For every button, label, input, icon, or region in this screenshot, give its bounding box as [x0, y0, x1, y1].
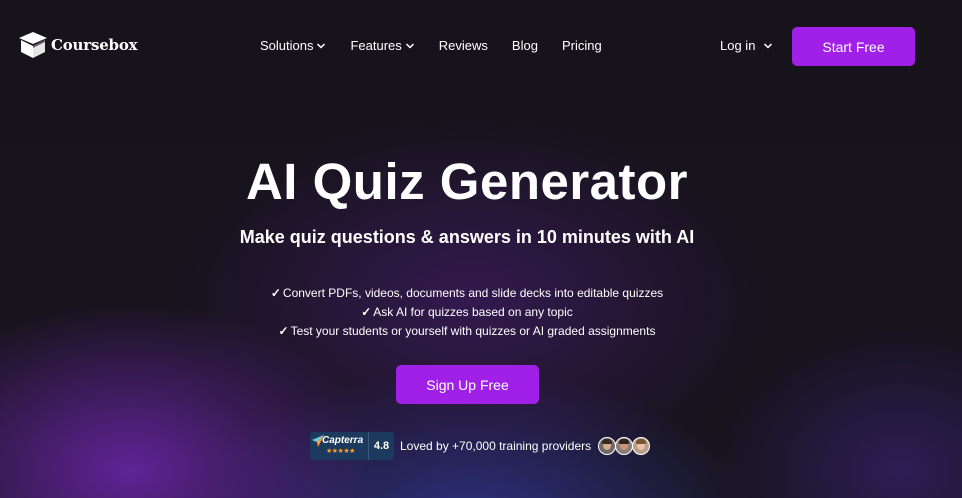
feature-text: Ask AI for quizzes based on any topic — [373, 305, 573, 319]
feature-list: ✓ Convert PDFs, videos, documents and sli… — [0, 284, 934, 341]
check-icon: ✓ — [270, 286, 281, 300]
hero-subtitle: Make quiz questions & answers in 10 minu… — [239, 227, 695, 247]
chevron-down-icon — [317, 42, 326, 49]
main-nav: Solutions Features Reviews Blog Pricing — [260, 38, 602, 53]
nav-item-label: Solutions — [260, 38, 314, 53]
chevron-down-icon — [764, 42, 773, 49]
avatar — [632, 437, 651, 455]
social-proof: Capterra ★★★★★ 4.8 Loved by +70,000 trai… — [310, 432, 651, 460]
top-navbar: Coursebox Solutions Features Reviews Blo… — [0, 0, 962, 92]
graduation-cap-icon — [18, 31, 48, 59]
check-icon: ✓ — [278, 324, 289, 338]
capterra-label: Capterra — [322, 435, 364, 446]
avatar — [615, 437, 634, 455]
nav-item-label: Blog — [511, 38, 538, 53]
nav-item-label: Reviews — [438, 38, 488, 53]
chevron-down-icon — [405, 42, 414, 49]
feature-text: Convert PDFs, videos, documents and slid… — [282, 286, 664, 300]
sign-up-free-button[interactable]: Sign Up Free — [396, 365, 539, 404]
feature-item: ✓ Ask AI for quizzes based on any topic — [0, 303, 934, 322]
feature-item: ✓ Test your students or yourself with qui… — [0, 322, 934, 341]
loved-by-text: Loved by +70,000 training providers — [400, 439, 592, 453]
login-dropdown[interactable]: Log in — [720, 38, 773, 53]
nav-item-solutions[interactable]: Solutions — [260, 38, 326, 53]
brand-name: Coursebox — [51, 36, 138, 54]
rating-stars-icon: ★★★★★ — [326, 448, 355, 455]
feature-item: ✓ Convert PDFs, videos, documents and sli… — [0, 284, 934, 303]
nav-item-pricing[interactable]: Pricing — [562, 38, 602, 53]
page-title: AI Quiz Generator — [245, 153, 689, 210]
brand-logo[interactable]: Coursebox — [18, 31, 138, 59]
login-label: Log in — [720, 38, 756, 53]
nav-item-reviews[interactable]: Reviews — [439, 38, 488, 53]
check-icon: ✓ — [361, 305, 372, 319]
feature-text: Test your students or yourself with quiz… — [290, 324, 656, 338]
avatar-group — [598, 437, 651, 455]
rating-score: 4.8 — [368, 432, 394, 460]
avatar — [598, 437, 617, 455]
nav-item-label: Pricing — [561, 38, 602, 53]
nav-item-features[interactable]: Features — [350, 38, 414, 53]
nav-item-label: Features — [350, 38, 402, 53]
capterra-badge[interactable]: Capterra ★★★★★ 4.8 — [310, 432, 394, 460]
nav-item-blog[interactable]: Blog — [512, 38, 538, 53]
start-free-button[interactable]: Start Free — [792, 27, 915, 66]
capterra-brand: Capterra ★★★★★ — [310, 432, 368, 460]
